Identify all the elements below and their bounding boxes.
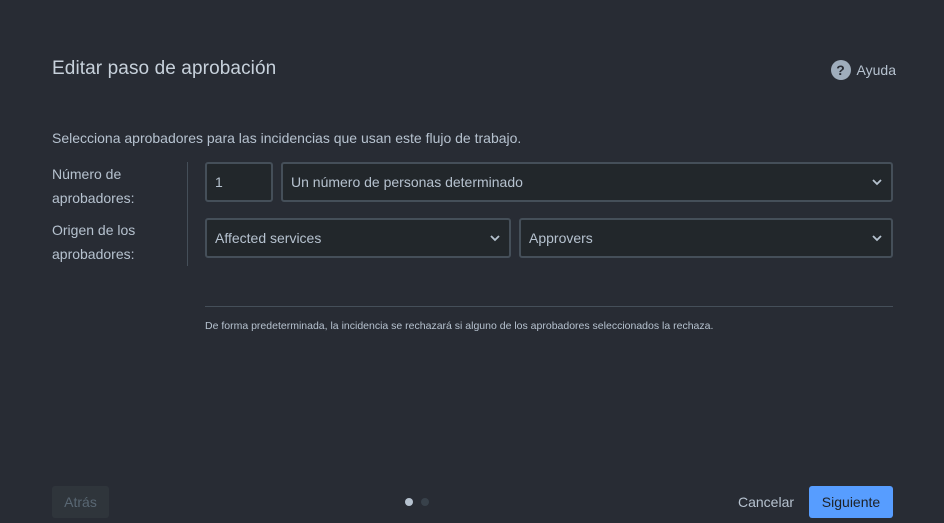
chevron-down-icon xyxy=(871,232,883,244)
question-circle-icon: ? xyxy=(830,60,851,80)
source-role-value: Approvers xyxy=(529,230,593,246)
help-label: Ayuda xyxy=(856,62,896,78)
source-role-select[interactable]: Approvers xyxy=(519,218,893,258)
source-field-value: Affected services xyxy=(215,230,322,246)
edit-approval-step-dialog: Editar paso de aprobación ? Ayuda Selecc… xyxy=(0,0,944,523)
approver-count-input[interactable]: 1 xyxy=(205,162,273,202)
back-button[interactable]: Atrás xyxy=(52,486,109,518)
source-field-select[interactable]: Affected services xyxy=(205,218,511,258)
approver-count-value: 1 xyxy=(215,174,223,190)
chevron-down-icon xyxy=(489,232,501,244)
approver-count-label: Número de aprobadores: xyxy=(52,166,135,206)
step-indicator xyxy=(405,498,429,506)
form-labels: Número de aprobadores: Origen de los apr… xyxy=(52,162,188,266)
step-dot-1 xyxy=(405,498,413,506)
dialog-title: Editar paso de aprobación xyxy=(52,58,277,79)
count-mode-select[interactable]: Un número de personas determinado xyxy=(281,162,893,202)
cancel-button[interactable]: Cancelar xyxy=(728,486,804,518)
next-button[interactable]: Siguiente xyxy=(809,486,893,518)
dialog-description: Selecciona aprobadores para las incidenc… xyxy=(52,130,522,146)
step-dot-2 xyxy=(421,498,429,506)
rejection-note: De forma predeterminada, la incidencia s… xyxy=(205,320,714,332)
approver-source-label: Origen de los aprobadores: xyxy=(52,222,136,262)
count-mode-value: Un número de personas determinado xyxy=(291,174,523,190)
section-divider xyxy=(205,306,893,307)
chevron-down-icon xyxy=(871,176,883,188)
help-link[interactable]: ? Ayuda xyxy=(830,60,896,80)
